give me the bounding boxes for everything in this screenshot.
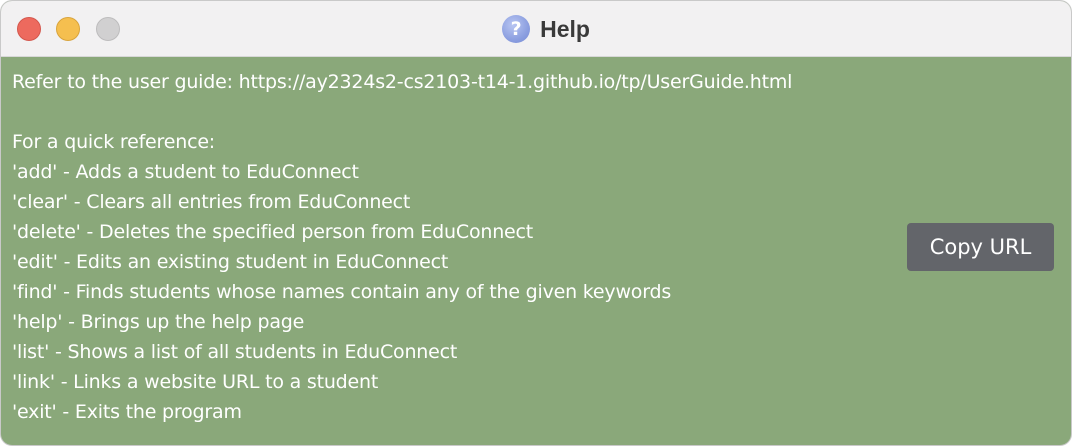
help-window: ? Help Refer to the user guide: https://… [0, 0, 1072, 446]
command-clear: 'clear' - Clears all entries from EduCon… [12, 191, 411, 213]
question-mark-icon: ? [502, 15, 531, 43]
command-delete: 'delete' - Deletes the specified person … [12, 221, 534, 243]
command-help: 'help' - Brings up the help page [12, 311, 305, 333]
window-title: Help [540, 15, 590, 42]
command-find: 'find' - Finds students whose names cont… [12, 281, 672, 303]
user-guide-line: Refer to the user guide: https://ay2324s… [12, 71, 793, 93]
help-message: Refer to the user guide: https://ay2324s… [12, 67, 892, 427]
command-exit: 'exit' - Exits the program [12, 401, 242, 423]
title-container: ? Help [1, 1, 1071, 57]
command-add: 'add' - Adds a student to EduConnect [12, 161, 359, 183]
command-list: 'list' - Shows a list of all students in… [12, 341, 458, 363]
title-bar[interactable]: ? Help [1, 1, 1071, 57]
copy-url-button[interactable]: Copy URL [907, 223, 1054, 271]
command-edit: 'edit' - Edits an existing student in Ed… [12, 251, 449, 273]
command-link: 'link' - Links a website URL to a studen… [12, 371, 379, 393]
quick-reference-heading: For a quick reference: [12, 131, 216, 153]
